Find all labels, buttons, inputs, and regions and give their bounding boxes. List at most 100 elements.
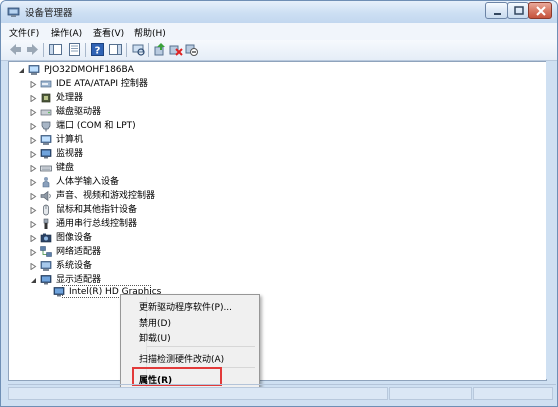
- camera-icon: [40, 233, 52, 243]
- expand-arrow-icon[interactable]: [30, 81, 37, 88]
- expand-arrow-icon[interactable]: [30, 165, 37, 172]
- close-button[interactable]: [528, 2, 552, 19]
- expand-arrow-icon[interactable]: [30, 123, 37, 130]
- toolbar-separator: [126, 43, 127, 57]
- expand-arrow-icon[interactable]: [30, 235, 37, 242]
- tree-item-disk-drives[interactable]: 磁盘驱动器: [30, 106, 170, 119]
- expand-arrow-icon[interactable]: [30, 221, 37, 228]
- display-adapter-icon: [40, 275, 52, 285]
- expand-arrow-icon[interactable]: [30, 249, 37, 256]
- tree-item-keyboards[interactable]: 键盘: [30, 162, 170, 175]
- device-manager-window: 设备管理器 文件(F) 操作(A) 查看(V) 帮助(H) ? PJO32DMO…: [0, 0, 558, 407]
- maximize-icon: [514, 6, 524, 15]
- expand-arrow-icon[interactable]: [30, 263, 37, 270]
- disable-icon[interactable]: [184, 42, 199, 57]
- menu-item-update-driver[interactable]: 更新驱动程序软件(P)...: [139, 300, 232, 313]
- status-pane-secondary: [389, 387, 472, 400]
- tree-item-label: 处理器: [56, 93, 84, 103]
- expand-arrow-icon[interactable]: [30, 151, 37, 158]
- show-hide-console-tree-icon[interactable]: [48, 42, 63, 57]
- tree-item-system-devices[interactable]: 系统设备: [30, 260, 170, 273]
- tree-item-label: 人体学输入设备: [56, 177, 120, 187]
- expand-arrow-icon[interactable]: [30, 193, 37, 200]
- window-title: 设备管理器: [25, 8, 73, 19]
- tree-item-mice[interactable]: 鼠标和其他指针设备: [30, 204, 190, 217]
- title-bar[interactable]: 设备管理器: [1, 1, 557, 23]
- tree-item-hid[interactable]: 人体学输入设备: [30, 176, 180, 189]
- expand-arrow-icon[interactable]: [30, 109, 37, 116]
- help-icon[interactable]: ?: [90, 42, 105, 57]
- tree-item-label: 磁盘驱动器: [56, 107, 102, 117]
- menu-item-scan-hardware[interactable]: 扫描检测硬件改动(A): [139, 352, 224, 365]
- scan-hardware-icon[interactable]: [131, 42, 146, 57]
- system-device-icon: [40, 261, 52, 271]
- tree-item-processor[interactable]: 处理器: [30, 92, 170, 105]
- tree-item-label: 通用串行总线控制器: [56, 219, 138, 229]
- minimize-button[interactable]: [485, 2, 508, 19]
- tree-root[interactable]: PJO32DMOHF186BA: [18, 64, 168, 77]
- tree-item-imaging[interactable]: 图像设备: [30, 232, 170, 245]
- context-menu-separator: [147, 346, 255, 347]
- menu-bar: 文件(F) 操作(A) 查看(V) 帮助(H): [1, 23, 557, 41]
- tree-item-label: 计算机: [56, 135, 84, 145]
- forward-icon[interactable]: [25, 42, 40, 57]
- monitor-icon: [40, 149, 52, 159]
- tree-item-ide[interactable]: IDE ATA/ATAPI 控制器: [30, 78, 190, 91]
- speaker-icon: [40, 190, 51, 202]
- mouse-icon: [43, 204, 49, 216]
- tree-item-computer[interactable]: 计算机: [30, 134, 170, 147]
- keyboard-icon: [40, 165, 52, 172]
- menu-item-uninstall[interactable]: 卸载(U): [139, 331, 171, 344]
- expand-arrow-icon[interactable]: [30, 95, 37, 102]
- menu-item-disable[interactable]: 禁用(D): [139, 316, 171, 329]
- status-pane-tertiary: [473, 387, 553, 400]
- tree-item-label: 图像设备: [56, 233, 93, 243]
- toolbar-separator: [85, 43, 86, 57]
- tree-item-label: 鼠标和其他指针设备: [56, 205, 138, 215]
- expand-arrow-icon[interactable]: [30, 137, 37, 144]
- collapse-arrow-icon[interactable]: [18, 67, 25, 74]
- tree-item-label: 监视器: [56, 149, 84, 159]
- status-pane-main: [8, 387, 388, 400]
- menu-help[interactable]: 帮助(H): [134, 26, 166, 39]
- tree-item-label: 网络适配器: [56, 247, 102, 257]
- update-driver-icon[interactable]: [152, 42, 167, 57]
- maximize-button[interactable]: [507, 2, 529, 19]
- expand-arrow-icon[interactable]: [30, 179, 37, 186]
- tree-item-label: 声音、视频和游戏控制器: [56, 191, 156, 201]
- usb-icon: [43, 218, 49, 229]
- tree-item-ports[interactable]: 端口 (COM 和 LPT): [30, 120, 180, 133]
- menu-view[interactable]: 查看(V): [93, 26, 124, 39]
- minimize-icon: [494, 13, 501, 15]
- svg-text:?: ?: [95, 46, 101, 57]
- device-manager-app-icon: [7, 7, 20, 17]
- expand-arrow-icon[interactable]: [30, 207, 37, 214]
- display-adapter-icon: [53, 287, 65, 297]
- network-adapter-icon: [40, 246, 52, 257]
- toolbar: ?: [1, 40, 557, 61]
- tree-item-label: IDE ATA/ATAPI 控制器: [56, 79, 148, 89]
- menu-file[interactable]: 文件(F): [9, 26, 39, 39]
- tree-item-monitors[interactable]: 监视器: [30, 148, 170, 161]
- properties-sheet-icon[interactable]: [67, 42, 82, 57]
- close-icon: [536, 6, 546, 16]
- context-menu: 更新驱动程序软件(P)... 禁用(D) 卸载(U) 扫描检测硬件改动(A) 属…: [120, 294, 260, 391]
- toolbar-separator: [148, 43, 149, 57]
- tree-root-label: PJO32DMOHF186BA: [44, 65, 134, 75]
- action-pane-icon[interactable]: [108, 42, 123, 57]
- tree-item-label: 键盘: [56, 163, 75, 173]
- tree-item-network[interactable]: 网络适配器: [30, 246, 170, 259]
- tree-item-usb[interactable]: 通用串行总线控制器: [30, 218, 190, 231]
- computer-icon: [40, 135, 52, 145]
- tree-item-sound[interactable]: 声音、视频和游戏控制器: [30, 190, 200, 203]
- menu-action[interactable]: 操作(A): [51, 26, 82, 39]
- collapse-arrow-icon[interactable]: [30, 277, 37, 284]
- status-bar: [8, 384, 556, 403]
- back-icon[interactable]: [8, 42, 23, 57]
- uninstall-icon[interactable]: [168, 42, 183, 57]
- ide-controller-icon: [40, 80, 52, 88]
- tree-item-label: 系统设备: [56, 261, 93, 271]
- tree-item-label: 端口 (COM 和 LPT): [56, 121, 136, 131]
- processor-icon: [41, 93, 51, 103]
- disk-drive-icon: [40, 109, 52, 116]
